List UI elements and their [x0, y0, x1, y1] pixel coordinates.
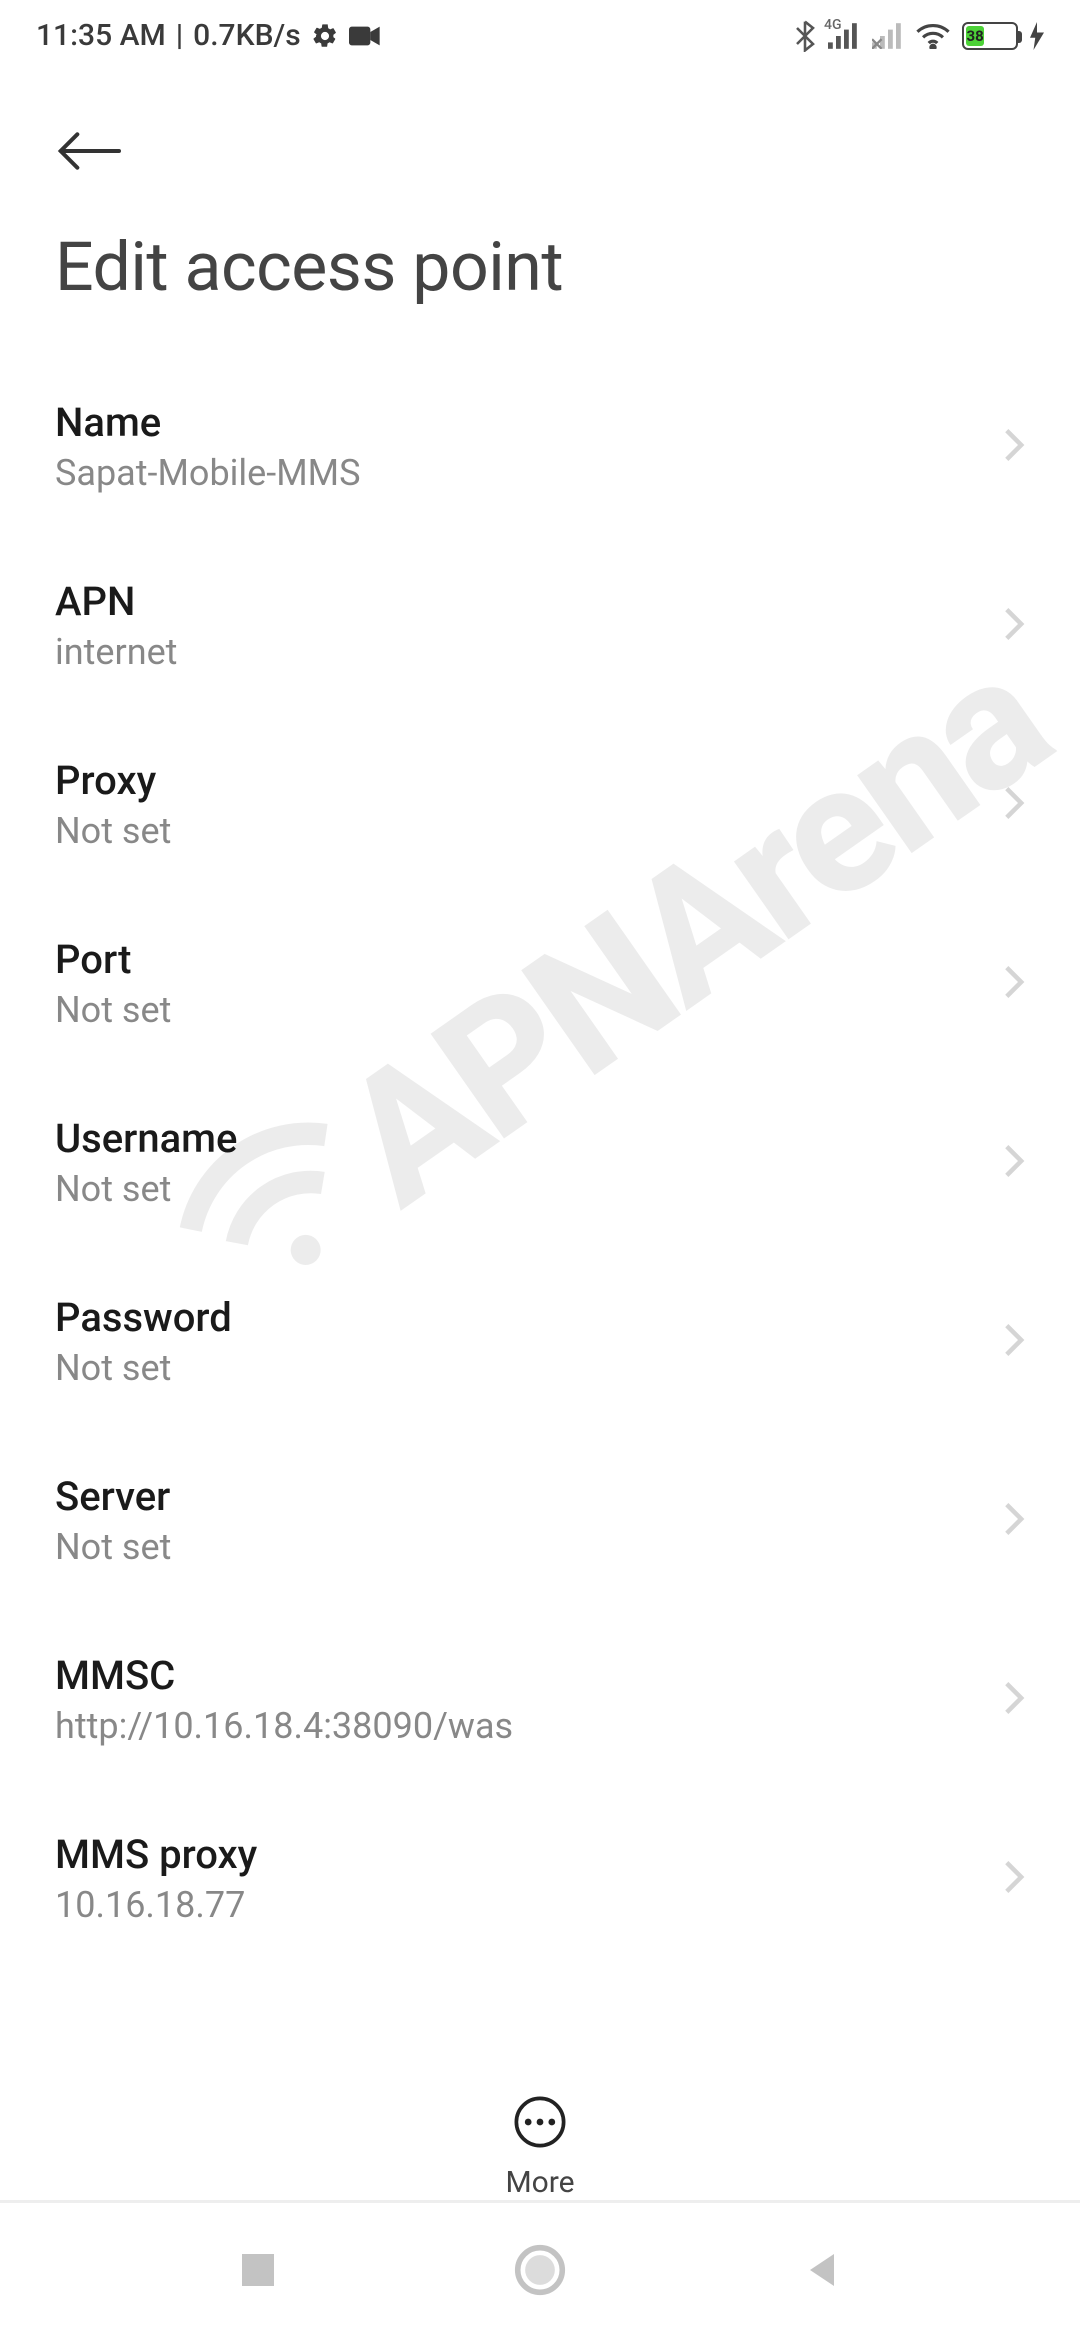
more-icon	[513, 2095, 567, 2153]
status-left: 11:35 AM | 0.7KB/s	[36, 18, 381, 53]
navigation-bar	[0, 2200, 1080, 2340]
more-button[interactable]: More	[505, 2095, 574, 2200]
setting-label: APN	[55, 578, 983, 625]
wifi-icon	[916, 23, 950, 49]
setting-server[interactable]: Server Not set	[55, 1431, 1025, 1610]
circle-icon	[514, 2244, 566, 2296]
setting-username[interactable]: Username Not set	[55, 1073, 1025, 1252]
square-icon	[238, 2250, 278, 2290]
setting-value: Sapat-Mobile-MMS	[55, 452, 983, 494]
triangle-left-icon	[802, 2250, 842, 2290]
status-right: 4G 38	[794, 20, 1044, 52]
setting-name[interactable]: Name Sapat-Mobile-MMS	[55, 357, 1025, 536]
setting-label: MMS proxy	[55, 1831, 983, 1878]
setting-value: http://10.16.18.4:38090/was	[55, 1705, 983, 1747]
setting-apn[interactable]: APN internet	[55, 536, 1025, 715]
setting-proxy[interactable]: Proxy Not set	[55, 715, 1025, 894]
chevron-right-icon	[1003, 1322, 1025, 1362]
setting-value: Not set	[55, 810, 983, 852]
setting-value: internet	[55, 631, 983, 673]
status-data-rate: 0.7KB/s	[193, 18, 300, 53]
setting-value: Not set	[55, 1526, 983, 1568]
setting-label: Port	[55, 936, 983, 983]
setting-value: 10.16.18.77	[55, 1884, 983, 1926]
battery-indicator: 38	[962, 22, 1018, 50]
nav-home-button[interactable]	[514, 2244, 566, 2300]
charging-icon	[1030, 22, 1044, 50]
settings-list: Name Sapat-Mobile-MMS APN internet Proxy…	[0, 357, 1080, 1968]
setting-port[interactable]: Port Not set	[55, 894, 1025, 1073]
gear-icon	[311, 22, 339, 50]
app-bar	[0, 65, 1080, 197]
setting-mms-proxy[interactable]: MMS proxy 10.16.18.77	[55, 1789, 1025, 1968]
setting-password[interactable]: Password Not set	[55, 1252, 1025, 1431]
setting-value: Not set	[55, 1347, 983, 1389]
status-bar: 11:35 AM | 0.7KB/s 4G 38	[0, 0, 1080, 65]
setting-value: Not set	[55, 989, 983, 1031]
chevron-right-icon	[1003, 964, 1025, 1004]
arrow-left-icon	[55, 131, 123, 171]
signal-no-sim-icon	[872, 23, 904, 49]
chevron-right-icon	[1003, 606, 1025, 646]
chevron-right-icon	[1003, 427, 1025, 467]
chevron-right-icon	[1003, 1501, 1025, 1541]
setting-label: MMSC	[55, 1652, 983, 1699]
setting-label: Username	[55, 1115, 983, 1162]
battery-fill: 38	[966, 26, 984, 46]
setting-label: Name	[55, 399, 983, 446]
nav-recent-button[interactable]	[238, 2250, 278, 2294]
setting-value: Not set	[55, 1168, 983, 1210]
action-bar: More	[0, 2065, 1080, 2200]
setting-label: Password	[55, 1294, 983, 1341]
chevron-right-icon	[1003, 1859, 1025, 1899]
signal-4g-icon: 4G	[828, 23, 860, 49]
page-title: Edit access point	[0, 197, 1080, 357]
setting-label: Server	[55, 1473, 983, 1520]
chevron-right-icon	[1003, 785, 1025, 825]
video-camera-icon	[349, 24, 381, 48]
status-time: 11:35 AM	[36, 18, 166, 53]
back-button[interactable]	[55, 115, 127, 187]
setting-mmsc[interactable]: MMSC http://10.16.18.4:38090/was	[55, 1610, 1025, 1789]
more-label: More	[505, 2165, 574, 2200]
chevron-right-icon	[1003, 1143, 1025, 1183]
setting-label: Proxy	[55, 757, 983, 804]
bluetooth-icon	[794, 20, 816, 52]
chevron-right-icon	[1003, 1680, 1025, 1720]
nav-back-button[interactable]	[802, 2250, 842, 2294]
